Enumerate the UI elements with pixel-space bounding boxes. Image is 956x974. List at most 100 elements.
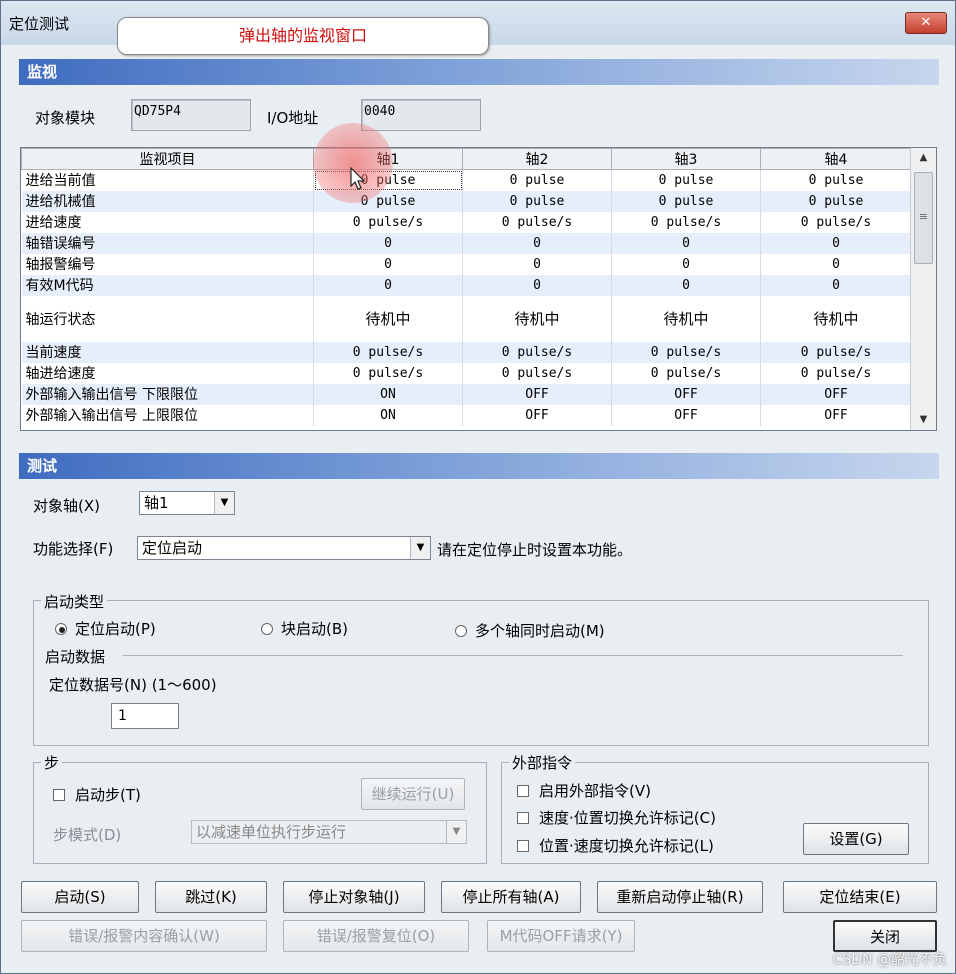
error-alarm-reset-button[interactable]: 错误/报警复位(O) [283, 920, 469, 952]
value-cell[interactable]: 0 pulse [760, 190, 912, 212]
value-cell[interactable]: 0 pulse [611, 169, 761, 191]
position-speed-switch-checkbox[interactable]: 位置·速度切换允许标记(L) [517, 835, 714, 856]
function-select[interactable]: 定位启动 ▼ [137, 536, 431, 560]
stop-target-axis-button[interactable]: 停止对象轴(J) [283, 881, 425, 913]
value-cell[interactable]: 0 pulse/s [313, 341, 463, 363]
column-header: 轴4 [760, 148, 912, 170]
value-cell[interactable]: 0 pulse/s [462, 341, 612, 363]
value-cell[interactable]: OFF [462, 383, 612, 405]
table-row: 轴报警编号 0 0 0 0 [21, 253, 912, 275]
value-cell[interactable]: 0 [462, 232, 612, 254]
close-window-button[interactable]: ✕ [905, 12, 947, 34]
value-cell[interactable]: OFF [760, 404, 912, 426]
radio-multi-axis-start[interactable]: 多个轴同时启动(M) [455, 620, 605, 641]
scroll-up-icon[interactable]: ▲ [911, 148, 936, 168]
column-header: 监视项目 [21, 148, 314, 170]
radio-empty-icon [455, 625, 467, 637]
value-cell[interactable]: 0 pulse/s [313, 211, 463, 233]
value-cell[interactable]: 待机中 [462, 295, 612, 342]
value-cell[interactable]: 0 [313, 274, 463, 296]
value-cell[interactable]: 0 [760, 274, 912, 296]
checkbox-label: 启动步(T) [75, 786, 141, 804]
value-cell[interactable]: ON [313, 404, 463, 426]
value-cell[interactable]: 0 [313, 253, 463, 275]
value-cell[interactable]: OFF [462, 404, 612, 426]
speed-position-switch-checkbox[interactable]: 速度·位置切换允许标记(C) [517, 807, 716, 828]
start-button[interactable]: 启动(S) [21, 881, 139, 913]
value-cell[interactable]: 0 [611, 274, 761, 296]
value-cell[interactable]: 0 pulse [760, 169, 912, 191]
target-axis-value: 轴1 [144, 494, 169, 512]
error-alarm-confirm-button[interactable]: 错误/报警内容确认(W) [21, 920, 267, 952]
chevron-down-icon[interactable]: ▼ [446, 821, 466, 843]
table-row: 外部输入输出信号 上限限位 ON OFF OFF OFF [21, 404, 912, 426]
radio-label: 多个轴同时启动(M) [475, 622, 605, 640]
value-cell[interactable]: ON [313, 383, 463, 405]
start-step-checkbox[interactable]: 启动步(T) [53, 784, 141, 805]
step-mode-label: 步模式(D) [53, 826, 122, 844]
value-cell[interactable]: 待机中 [611, 295, 761, 342]
value-cell[interactable]: 0 [760, 253, 912, 275]
value-cell[interactable]: 0 pulse/s [760, 362, 912, 384]
value-cell[interactable]: OFF [760, 383, 912, 405]
continue-run-button[interactable]: 继续运行(U) [361, 778, 465, 810]
value-cell[interactable]: 0 pulse/s [611, 341, 761, 363]
column-header: 轴3 [611, 148, 761, 170]
external-command-title: 外部指令 [509, 752, 576, 773]
value-cell[interactable]: 0 [313, 232, 463, 254]
value-cell[interactable]: 0 pulse [313, 169, 463, 191]
target-axis-select[interactable]: 轴1 ▼ [139, 491, 235, 515]
close-button[interactable]: 关闭 [833, 920, 937, 952]
grid-scrollbar[interactable]: ▲ ≡ ▼ [910, 148, 936, 430]
data-number-input[interactable]: 1 [111, 703, 179, 729]
stop-all-axes-button[interactable]: 停止所有轴(A) [441, 881, 581, 913]
restart-stopped-axis-button[interactable]: 重新启动停止轴(R) [597, 881, 763, 913]
step-mode-select[interactable]: 以减速单位执行步运行 ▼ [191, 820, 467, 844]
value-cell[interactable]: 0 pulse [462, 169, 612, 191]
item-cell: 轴报警编号 [21, 253, 314, 275]
value-cell[interactable]: 待机中 [313, 295, 463, 342]
value-cell[interactable]: 0 pulse/s [760, 341, 912, 363]
chevron-down-icon[interactable]: ▼ [214, 492, 234, 514]
item-cell: 进给速度 [21, 211, 314, 233]
checkbox-unchecked-icon [517, 840, 529, 852]
checkbox-unchecked-icon [517, 812, 529, 824]
value-cell[interactable]: 0 pulse [313, 190, 463, 212]
value-cell[interactable]: OFF [611, 404, 761, 426]
scroll-down-icon[interactable]: ▼ [911, 410, 936, 430]
table-row: 轴运行状态 待机中 待机中 待机中 待机中 [21, 295, 912, 342]
value-cell[interactable]: 0 pulse/s [313, 362, 463, 384]
start-type-title: 启动类型 [41, 591, 108, 612]
value-cell[interactable]: 0 [611, 232, 761, 254]
settings-button[interactable]: 设置(G) [803, 823, 909, 855]
monitor-grid[interactable]: 监视项目 轴1 轴2 轴3 轴4 进给当前值 0 pulse 0 pulse 0… [20, 147, 937, 431]
table-row: 轴进给速度 0 pulse/s 0 pulse/s 0 pulse/s 0 pu… [21, 362, 912, 384]
value-cell[interactable]: 0 [462, 253, 612, 275]
skip-button[interactable]: 跳过(K) [155, 881, 267, 913]
value-cell[interactable]: 0 pulse/s [462, 362, 612, 384]
value-cell[interactable]: 0 [462, 274, 612, 296]
radio-positioning-start[interactable]: 定位启动(P) [55, 618, 156, 639]
chevron-down-icon[interactable]: ▼ [410, 537, 430, 559]
enable-external-command-checkbox[interactable]: 启用外部指令(V) [517, 780, 651, 801]
target-axis-label: 对象轴(X) [33, 497, 100, 515]
value-cell[interactable]: 0 [760, 232, 912, 254]
value-cell[interactable]: 0 pulse/s [611, 362, 761, 384]
item-cell: 有效M代码 [21, 274, 314, 296]
value-cell[interactable]: 0 pulse/s [462, 211, 612, 233]
value-cell[interactable]: 0 pulse [462, 190, 612, 212]
value-cell[interactable]: 0 [611, 253, 761, 275]
mcode-off-request-button[interactable]: M代码OFF请求(Y) [487, 920, 635, 952]
item-cell: 轴进给速度 [21, 362, 314, 384]
monitor-section-header: 监视 [19, 59, 939, 85]
function-select-value: 定位启动 [142, 539, 203, 557]
positioning-end-button[interactable]: 定位结束(E) [783, 881, 937, 913]
value-cell[interactable]: 0 pulse/s [611, 211, 761, 233]
radio-block-start[interactable]: 块启动(B) [261, 618, 348, 639]
value-cell[interactable]: OFF [611, 383, 761, 405]
value-cell[interactable]: 0 pulse/s [760, 211, 912, 233]
value-cell[interactable]: 待机中 [760, 295, 912, 342]
scroll-thumb[interactable]: ≡ [914, 172, 933, 264]
value-cell[interactable]: 0 pulse [611, 190, 761, 212]
item-cell: 轴错误编号 [21, 232, 314, 254]
